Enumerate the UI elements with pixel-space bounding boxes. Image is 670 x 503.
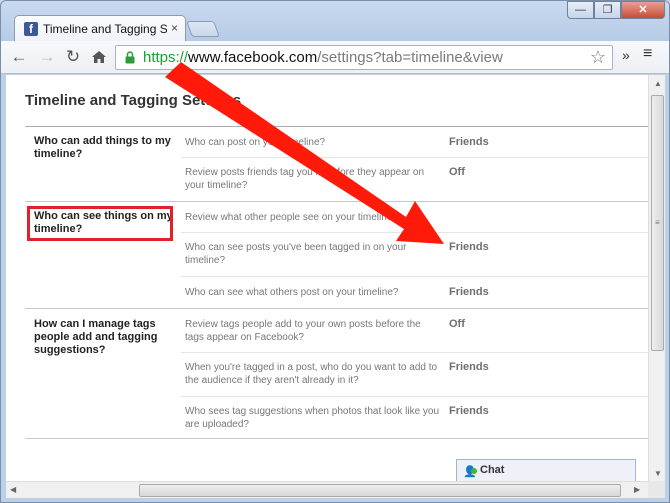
setting-review-posts[interactable]: Review posts friends tag you in before t… xyxy=(185,166,440,192)
section-divider xyxy=(25,308,648,309)
setting-value[interactable]: Friends xyxy=(449,405,489,417)
scroll-down-icon[interactable]: ▼ xyxy=(654,469,662,478)
browser-tab[interactable]: f Timeline and Tagging Setti × xyxy=(14,15,186,42)
title-divider xyxy=(25,126,648,127)
scroll-up-icon[interactable]: ▲ xyxy=(654,79,662,88)
lock-icon xyxy=(125,51,135,64)
section-divider xyxy=(25,201,648,202)
row-divider xyxy=(181,352,648,353)
setting-value[interactable]: Friends xyxy=(449,241,489,253)
tab-strip: f Timeline and Tagging Setti × — ❐ ✕ xyxy=(1,1,669,42)
setting-value[interactable]: Friends xyxy=(449,136,489,148)
horizontal-scrollbar[interactable]: ◀ ▶ xyxy=(6,481,648,498)
chat-bar[interactable]: 👤 Chat xyxy=(456,459,636,481)
minimize-button[interactable]: — xyxy=(567,1,594,19)
section-label-tags: How can I manage tags people add and tag… xyxy=(34,318,158,356)
setting-review-what-others-see[interactable]: Review what other people see on your tim… xyxy=(185,211,440,224)
url-text: https://www.facebook.com/settings?tab=ti… xyxy=(143,49,503,66)
setting-review-tags[interactable]: Review tags people add to your own posts… xyxy=(185,318,440,344)
extensions-overflow-icon[interactable]: » xyxy=(622,47,630,63)
row-divider xyxy=(181,396,648,397)
bookmark-star-icon[interactable]: ☆ xyxy=(590,47,606,68)
vertical-scroll-thumb[interactable]: ≡ xyxy=(651,95,664,351)
vertical-scrollbar[interactable]: ▲ ≡ ▼ xyxy=(648,75,665,481)
horizontal-scroll-thumb[interactable] xyxy=(139,484,621,497)
page-title: Timeline and Tagging Settings xyxy=(25,92,242,109)
setting-others-posts[interactable]: Who can see what others post on your tim… xyxy=(185,286,440,299)
home-icon[interactable] xyxy=(89,47,109,67)
row-divider xyxy=(181,232,648,233)
online-status-icon xyxy=(471,468,477,474)
section-divider xyxy=(25,438,648,439)
scrollbar-corner xyxy=(648,481,665,498)
address-bar[interactable]: https://www.facebook.com/settings?tab=ti… xyxy=(115,45,613,70)
scroll-left-icon[interactable]: ◀ xyxy=(10,485,16,494)
restore-button[interactable]: ❐ xyxy=(594,1,621,19)
chat-label: Chat xyxy=(480,464,505,476)
row-divider xyxy=(181,157,648,158)
setting-tag-suggestions[interactable]: Who sees tag suggestions when photos tha… xyxy=(185,405,440,431)
setting-tagged-posts[interactable]: Who can see posts you've been tagged in … xyxy=(185,241,440,267)
menu-icon[interactable]: ≡ xyxy=(643,45,652,63)
setting-value[interactable]: Friends xyxy=(449,286,489,298)
row-divider xyxy=(181,276,648,277)
new-tab-button[interactable] xyxy=(186,21,220,37)
facebook-favicon-icon: f xyxy=(24,22,38,36)
setting-value[interactable]: Off xyxy=(449,166,465,178)
setting-who-can-post[interactable]: Who can post on your timeline? xyxy=(185,136,440,149)
close-window-button[interactable]: ✕ xyxy=(621,1,665,19)
setting-tag-audience[interactable]: When you're tagged in a post, who do you… xyxy=(185,361,440,387)
forward-arrow-icon[interactable]: → xyxy=(37,47,57,67)
highlight-box xyxy=(27,206,173,241)
scroll-right-icon[interactable]: ▶ xyxy=(634,485,640,494)
tab-close-icon[interactable]: × xyxy=(171,21,178,35)
back-arrow-icon[interactable]: ← xyxy=(9,47,29,67)
setting-value[interactable]: Friends xyxy=(449,361,489,373)
window-controls: — ❐ ✕ xyxy=(567,1,665,20)
setting-value[interactable]: Off xyxy=(449,318,465,330)
tab-title: Timeline and Tagging Setti xyxy=(43,22,167,36)
browser-toolbar: ← → ↻ https://www.facebook.com/settings?… xyxy=(1,41,669,74)
grip-icon: ≡ xyxy=(655,218,660,227)
page-content: Timeline and Tagging Settings Who can ad… xyxy=(6,75,648,481)
browser-window: f Timeline and Tagging Setti × — ❐ ✕ ← →… xyxy=(0,0,670,503)
section-label-add: Who can add things to my timeline? xyxy=(34,135,171,160)
reload-icon[interactable]: ↻ xyxy=(63,47,83,67)
